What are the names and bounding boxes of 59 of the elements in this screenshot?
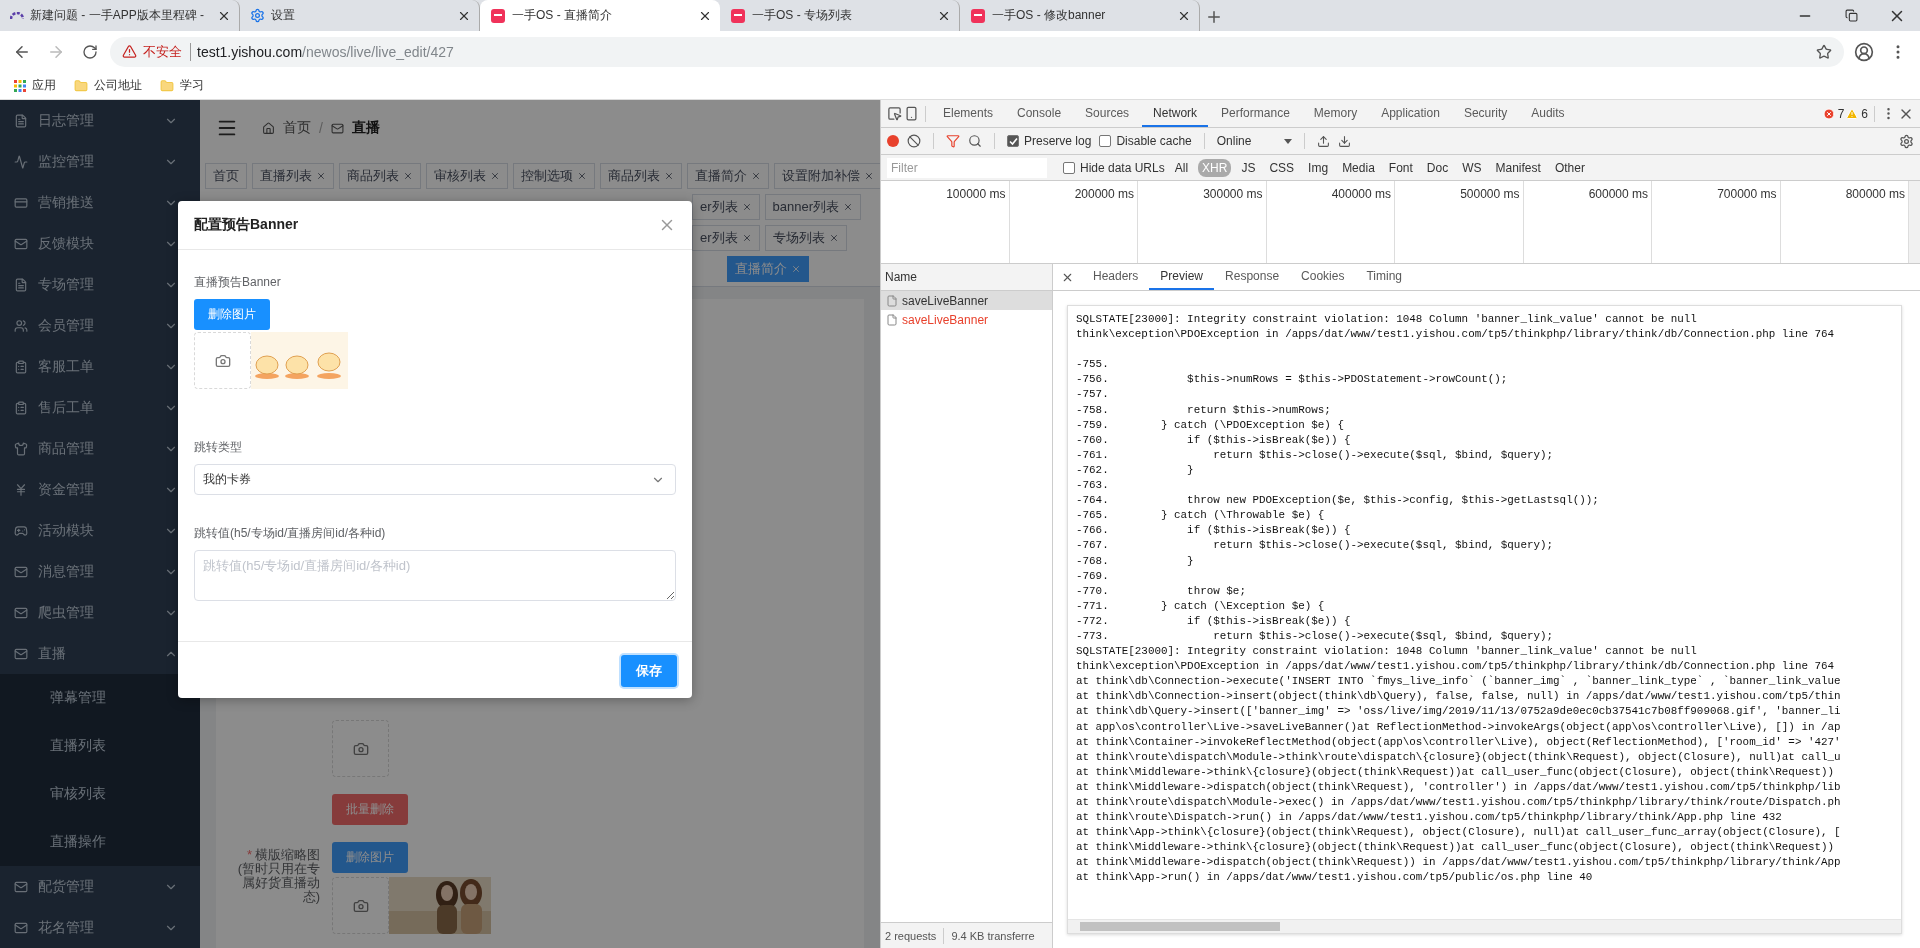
- code-line: at think\db\Connection->execute('INSERT INTO `fmys_live_info` (`banner_img` , `banner_link_type` , `banner_link_value: [1076, 674, 1842, 690]
- code-line: -773. return $this->close()->execute($sql, $bind, $query);: [1076, 628, 1555, 644]
- status-text: 2 requests: [885, 929, 937, 942]
- code-line: -771. } catch (\Exception $e) {: [1076, 598, 1326, 614]
- code-line: -769.: [1076, 568, 1110, 584]
- checkbox-label: Hide data URLs: [1080, 160, 1165, 175]
- tick-label: 400000 ms: [1331, 187, 1391, 201]
- code-line: at think\Middleware->dispatch(object(think\Request)) in /apps/dat/www/test1.yishou.com/tp5/thinkphp/library/think/App: [1076, 855, 1842, 871]
- code-line: -756. $this->numRows = $this->PDOStatement->rowCount();: [1076, 372, 1509, 388]
- code-line: at think\App->run() in /apps/dat/www/test1.yishou.com/tp5/public/os.php line 40: [1076, 870, 1594, 886]
- breadcrumb-separator: /: [319, 120, 323, 136]
- code-line: SQLSTATE[23000]: Integrity constraint violation: 1048 Column 'banner_link_value' cannot be null: [1076, 312, 1698, 327]
- tick-label: 700000 ms: [1717, 187, 1777, 201]
- code-line: -757.: [1076, 387, 1110, 403]
- code-line: -764. throw new PDOException($e, $this->config, $this->getLastsql());: [1076, 493, 1600, 509]
- code-line: at think\Container->invokeReflectMethod(object(app\os\controller\Live), object(ReflectionMethod), ['room_id' => '427': [1076, 734, 1842, 750]
- code-line: think\exception\PDOException in /apps/dat/www/test1.yishou.com/tp5/thinkphp/library/think/db/Connection.php line 764: [1076, 327, 1836, 343]
- error-count: 7: [1837, 106, 1845, 121]
- code-line: at app\os\controller\Live->saveLiveBanner()at ReflectionMethod->invokeArgs(object(app\os\controller\Live), []) in /ap: [1076, 719, 1842, 735]
- checkbox-label: Preserve log: [1024, 134, 1092, 148]
- tick-label: 500000 ms: [1460, 187, 1520, 201]
- field-label: 跳转类型: [194, 439, 243, 456]
- code-line: -758. return $this->numRows;: [1076, 402, 1332, 418]
- column-header: Name: [881, 264, 1052, 291]
- code-line: -761. return $this->close()->execute($sql, $bind, $query);: [1076, 447, 1555, 463]
- field-label: 跳转值(h5/专场id/直播房间id/各种id): [194, 525, 387, 542]
- code-line: at think\db\Query->insert(['banner_img' => 'oss/live/img/2019/11/13/0752a9de0ec0cb37541c7b08ff909068.gif', 'banner_li: [1076, 704, 1842, 720]
- code-line: at think\route\dispatch\Module->think\route\dispatch\{closure}(object(think\Request), object(Closure), null)at call_u: [1076, 749, 1842, 765]
- code-line: SQLSTATE[23000]: Integrity constraint violation: 1048 Column 'banner_link_value' cannot be null: [1076, 644, 1698, 660]
- code-line: -755.: [1076, 357, 1110, 373]
- warning-count: 6: [1861, 106, 1868, 121]
- code-line: at think\Middleware->think\{closure}(object(think\Request))at call_user_func(object(Closure), object(think\Request)): [1076, 840, 1836, 856]
- code-line: at think\route\dispatch\Module->exec() in /apps/dat/www/test1.yishou.com/tp5/thinkphp/library/think/route/Dispatch.ph: [1076, 795, 1842, 810]
- code-line: -770. throw $e;: [1076, 583, 1247, 599]
- tick-label: 200000 ms: [1074, 187, 1134, 201]
- tick-label: 600000 ms: [1588, 187, 1648, 201]
- code-line: -762. }: [1076, 462, 1195, 478]
- code-line: -768. }: [1076, 553, 1195, 569]
- code-line: think\exception\PDOException in /apps/dat/www/test1.yishou.com/tp5/thinkphp/library/think/db/Connection.php line 764: [1076, 659, 1836, 675]
- code-line: at think\Middleware->dispatch(object(think\Request), 'controller') in /apps/dat/www/test1.yishou.com/tp5/thinkphp/lib: [1076, 779, 1842, 795]
- code-line: -763.: [1076, 478, 1110, 494]
- code-line: -772. if ($this->isBreak($e)) {: [1076, 613, 1352, 629]
- tick-label: 800000 ms: [1845, 187, 1905, 201]
- code-line: at think\App->think\{closure}(object(think\Request), object(Closure), null)at call_user_func_array(object(Closure), [: [1076, 825, 1842, 841]
- code-line: at think\db\Connection->insert(object(think\db\Query), false, false, null) in /apps/dat/www/test1.yishou.com/tp5/thin: [1076, 689, 1842, 705]
- code-line: -767. return $this->close()->execute($sql, $bind, $query);: [1076, 538, 1555, 554]
- tick-label: 100000 ms: [946, 187, 1006, 201]
- checkbox-label: Disable cache: [1116, 134, 1192, 148]
- tick-label: 300000 ms: [1203, 187, 1263, 201]
- code-line: at think\Middleware->think\{closure}(object(think\Request))at call_user_func(object(Closure), object(think\Request)): [1076, 764, 1836, 780]
- field-label: * 横版缩略图(暂时只用在专属好货直播动态): [236, 846, 320, 906]
- status-text: 9.4 KB transferre: [951, 929, 1035, 942]
- dialog-title: 配置预告Banner: [194, 216, 299, 234]
- code-line: -759. } catch (\PDOException $e) {: [1076, 417, 1345, 433]
- code-line: -766. if ($this->isBreak($e)) {: [1076, 523, 1352, 539]
- code-line: at think\route\Dispatch->run() in /apps/dat/www/test1.yishou.com/tp5/thinkphp/library/think/App.php line 432: [1076, 810, 1783, 826]
- code-line: -760. if ($this->isBreak($e)) {: [1076, 432, 1352, 448]
- code-line: -765. } catch (\Throwable $e) {: [1076, 508, 1326, 524]
- field-label: 直播预告Banner: [194, 274, 282, 291]
